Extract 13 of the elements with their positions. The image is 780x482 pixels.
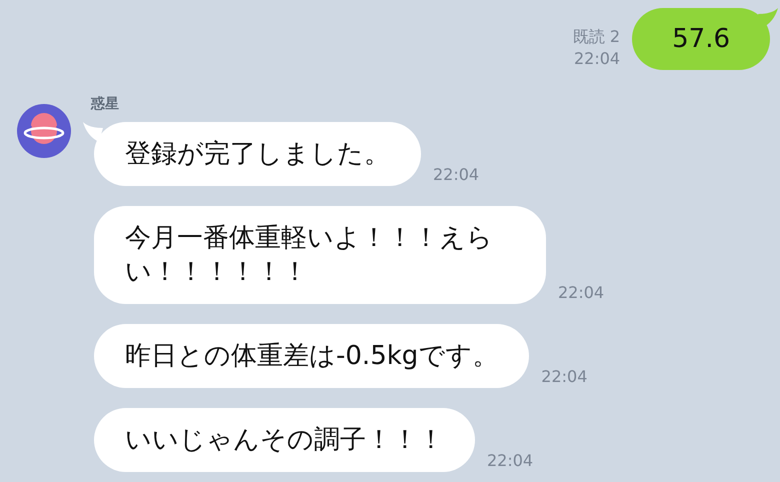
received-message-bubble: 今月一番体重軽いよ！！！えらい！！！！！！ [94,206,546,304]
read-receipt: 既読 2 [572,26,620,48]
message-time: 22:04 [487,452,534,470]
message-time: 22:04 [558,284,604,302]
bubble-tail [83,122,103,142]
contact-name: 惑星 [91,96,120,112]
bubble-tail [758,8,778,28]
received-message-bubble: いいじゃんその調子！！！ [94,408,475,472]
message-time: 22:04 [433,166,480,184]
planet-avatar-icon[interactable] [17,104,71,158]
message-time: 22:04 [541,368,588,386]
message-time: 22:04 [574,48,620,70]
received-message-bubble: 昨日との体重差は-0.5kgです。 [94,324,530,388]
